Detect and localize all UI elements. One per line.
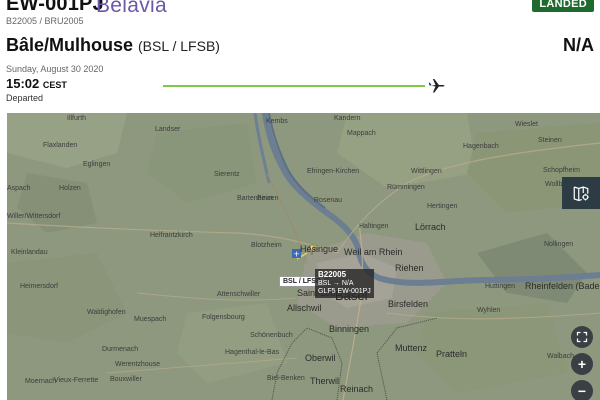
- map-place: Schönenbuch: [250, 332, 293, 339]
- map-place: Muespach: [134, 316, 167, 323]
- plane-icon: [428, 79, 445, 93]
- flight-tag-callsign: B22005: [318, 270, 347, 279]
- map-place: Willer/Wittersdorf: [7, 213, 61, 220]
- fullscreen-icon: [576, 331, 588, 343]
- aircraft-registration: EW-001PJ: [6, 0, 104, 15]
- map-place: Flaxlanden: [43, 142, 78, 149]
- map-place: Wittlingen: [411, 168, 442, 175]
- map-place: Bartenheim: [237, 195, 273, 202]
- map-place: Haltingen: [359, 223, 389, 230]
- map-place: Kandern: [334, 115, 361, 122]
- arrival-value: N/A: [563, 35, 594, 55]
- map-city: Pratteln: [436, 349, 468, 359]
- map-city: Rheinfelden (Baden): [525, 281, 600, 291]
- map-place: Waldighofen: [87, 309, 126, 316]
- map-place: Aspach: [7, 185, 31, 192]
- map-place: Wyhlen: [477, 307, 501, 314]
- map-place: Sierentz: [214, 171, 240, 178]
- flight-tag-route: BSL → N/A: [318, 280, 354, 287]
- departure-time-value: 15:02: [6, 76, 40, 91]
- map-city: Reinach: [340, 384, 374, 394]
- airline-name[interactable]: Belavia: [96, 0, 167, 18]
- flight-tag-type: GLF5: [318, 288, 336, 295]
- map-place: Heimersdorf: [20, 283, 59, 290]
- flight-map[interactable]: + Illfurth Landser Flaxlanden Kembs Kand…: [7, 113, 600, 400]
- map-city: Binningen: [329, 324, 370, 334]
- destination-code: (BSL / LFSB): [138, 38, 220, 54]
- map-city: Birsfelden: [388, 299, 429, 309]
- map-place: Bouxwiller: [110, 376, 142, 383]
- map-place: Rümmingen: [387, 184, 425, 191]
- map-city: Hésingue: [300, 244, 339, 254]
- departure-timezone: CEST: [42, 80, 67, 90]
- map-place: Blotzheim: [251, 242, 282, 249]
- flight-codes: B22005 / BRU2005: [6, 16, 84, 26]
- map-place: Wieslet: [515, 121, 538, 128]
- map-place: Steinen: [538, 137, 562, 144]
- departure-status: Departed: [6, 93, 44, 103]
- map-place: Walbach: [547, 353, 574, 360]
- map-place: Landser: [155, 126, 181, 133]
- departure-date: Sunday, August 30 2020: [6, 64, 104, 74]
- svg-text:+: +: [293, 250, 300, 259]
- map-place: Hertingen: [427, 203, 458, 210]
- map-city: Lörrach: [415, 222, 446, 232]
- flight-tag-reg: EW-001PJ: [337, 288, 371, 295]
- map-city: Oberwil: [305, 353, 336, 363]
- map-place: Efringen-Kirchen: [307, 168, 360, 175]
- map-place: Durmenach: [102, 346, 139, 353]
- map-place: Folgensbourg: [202, 314, 245, 321]
- map-city: Weil am Rhein: [344, 247, 403, 257]
- flight-header: EW-001PJ Belavia B22005 / BRU2005 LANDED…: [0, 0, 600, 113]
- fullscreen-button[interactable]: [571, 326, 593, 348]
- flight-progress-bar: [163, 85, 425, 87]
- flight-tag[interactable]: B22005 BSL → N/A GLF5 EW-001PJ: [315, 269, 374, 298]
- map-place: Helfrantzkirch: [150, 232, 193, 239]
- map-place: Vieux-Ferrette: [54, 377, 99, 384]
- map-place: Holzen: [59, 185, 81, 192]
- map-place: Hagenbach: [463, 143, 499, 150]
- map-place: Kleinlandau: [11, 249, 48, 256]
- map-place: Mappach: [347, 130, 376, 137]
- map-place: Rosenau: [314, 197, 343, 204]
- map-place: Hagenthal-le-Bas: [225, 349, 280, 356]
- map-place: Moernach: [25, 378, 57, 385]
- zoom-out-icon: −: [577, 383, 587, 399]
- map-city: Riehen: [395, 263, 424, 273]
- map-place: Illfurth: [67, 115, 87, 122]
- map-layers-button[interactable]: [562, 177, 600, 209]
- zoom-in-button[interactable]: +: [571, 353, 593, 375]
- map-city: Muttenz: [395, 343, 428, 353]
- map-place: Attenschwiller: [217, 291, 261, 298]
- destination-name[interactable]: Bâle/Mulhouse: [6, 35, 133, 56]
- map-place: Biel-Benken: [267, 375, 305, 382]
- map-layers-icon: [573, 186, 589, 202]
- map-place: Schopfheim: [543, 167, 580, 174]
- departure-time: 15:02 CEST: [6, 76, 67, 91]
- zoom-in-icon: +: [577, 356, 587, 372]
- map-place: Nollingen: [544, 241, 574, 248]
- map-place: Werentzhouse: [115, 361, 161, 368]
- map-place: Kembs: [266, 118, 288, 125]
- map-city: Allschwil: [287, 303, 322, 313]
- map-terrain: +: [7, 113, 600, 400]
- zoom-out-button[interactable]: −: [571, 380, 593, 400]
- map-place: Huttingen: [485, 283, 515, 290]
- map-place: Eglingen: [83, 161, 111, 168]
- map-city: Therwil: [310, 376, 340, 386]
- status-badge: LANDED: [532, 0, 594, 12]
